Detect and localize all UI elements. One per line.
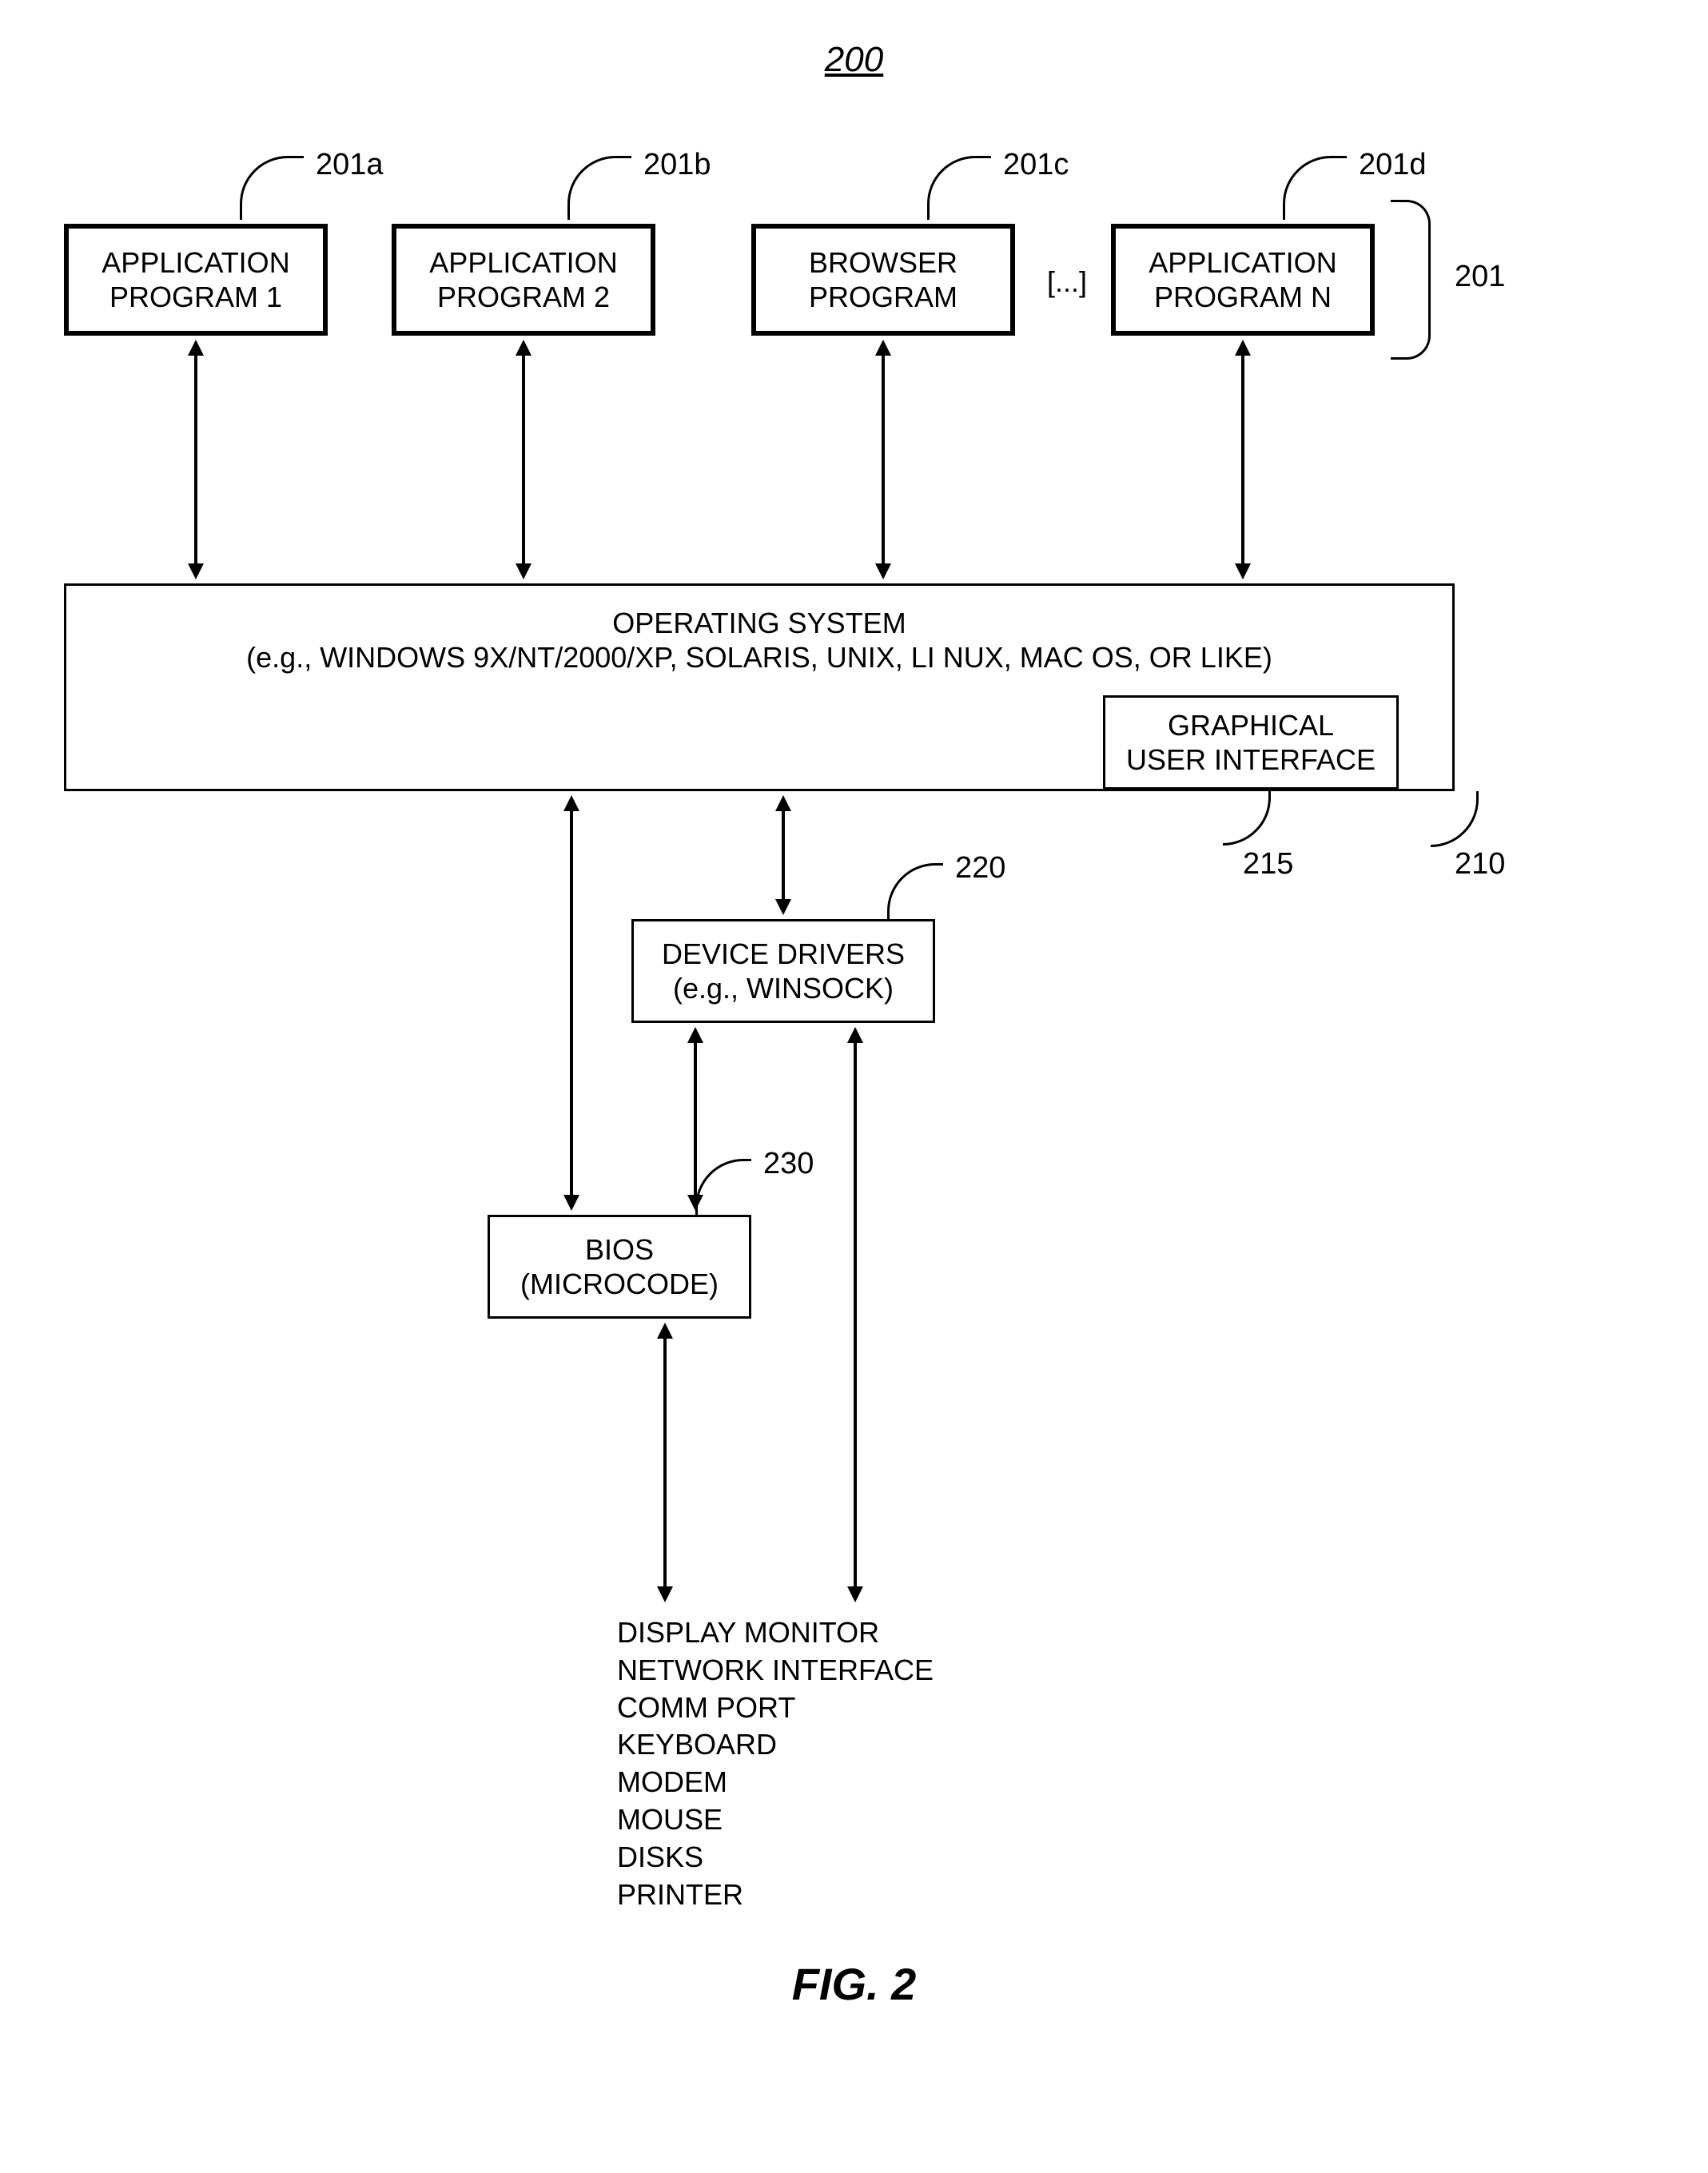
arrow-drivers-bios: [694, 1039, 697, 1199]
arrowhead-icon: [188, 340, 204, 356]
arrowhead-icon: [875, 340, 891, 356]
ref-201d: 201d: [1359, 148, 1427, 182]
browser-program: BROWSER PROGRAM: [751, 224, 1015, 336]
gui-line1: GRAPHICAL: [1168, 708, 1334, 742]
figure-caption: FIG. 2: [792, 1958, 917, 2010]
arrowhead-icon: [1235, 563, 1251, 579]
arrow-os-bios: [570, 807, 573, 1199]
arrowhead-icon: [687, 1195, 703, 1211]
ref-201a: 201a: [316, 148, 384, 182]
app-program-1: APPLICATION PROGRAM 1: [64, 224, 328, 336]
device-item: COMM PORT: [617, 1689, 934, 1727]
app3-line2: PROGRAM: [809, 280, 958, 314]
bios-line1: BIOS: [585, 1232, 654, 1267]
os-line2: (e.g., WINDOWS 9X/NT/2000/XP, SOLARIS, U…: [246, 640, 1272, 675]
bios: BIOS (MICROCODE): [488, 1215, 751, 1319]
ref-220: 220: [955, 851, 1005, 886]
arrow-appn-os: [1241, 352, 1244, 567]
arrow-app1-os: [194, 352, 197, 567]
drivers-line1: DEVICE DRIVERS: [662, 937, 905, 971]
graphical-user-interface: GRAPHICAL USER INTERFACE: [1103, 695, 1399, 790]
leader-201c: [927, 156, 991, 220]
arrowhead-icon: [188, 563, 204, 579]
figure-number: 200: [825, 40, 883, 80]
device-item: KEYBOARD: [617, 1726, 934, 1764]
leader-201a: [240, 156, 304, 220]
app1-line2: PROGRAM 1: [109, 280, 282, 314]
arrowhead-icon: [563, 1195, 579, 1211]
device-item: PRINTER: [617, 1877, 934, 1914]
arrowhead-icon: [775, 795, 791, 811]
app3-line1: BROWSER: [809, 245, 958, 280]
device-item: DISKS: [617, 1839, 934, 1877]
device-item: MOUSE: [617, 1801, 934, 1839]
ref-230: 230: [763, 1147, 814, 1181]
app1-line1: APPLICATION: [102, 245, 289, 280]
apps-group-bracket: [1391, 200, 1431, 360]
arrowhead-icon: [657, 1323, 673, 1339]
leader-230: [695, 1159, 751, 1215]
apps-ellipsis: [...]: [1047, 265, 1087, 299]
gui-line2: USER INTERFACE: [1126, 742, 1376, 777]
app2-line1: APPLICATION: [429, 245, 617, 280]
device-drivers: DEVICE DRIVERS (e.g., WINSOCK): [631, 919, 935, 1023]
os-line1: OPERATING SYSTEM: [612, 606, 906, 640]
ref-210: 210: [1455, 847, 1505, 882]
device-list: DISPLAY MONITOR NETWORK INTERFACE COMM P…: [617, 1614, 934, 1913]
arrowhead-icon: [775, 899, 791, 915]
ref-215: 215: [1243, 847, 1293, 882]
arrowhead-icon: [847, 1027, 863, 1043]
leader-201d: [1283, 156, 1347, 220]
arrow-browser-os: [882, 352, 885, 567]
app-program-2: APPLICATION PROGRAM 2: [392, 224, 655, 336]
arrowhead-icon: [657, 1586, 673, 1602]
arrowhead-icon: [687, 1027, 703, 1043]
arrowhead-icon: [563, 795, 579, 811]
ref-201b: 201b: [643, 148, 711, 182]
arrow-bios-devices: [663, 1335, 667, 1590]
leader-215: [1223, 790, 1271, 846]
arrowhead-icon: [875, 563, 891, 579]
arrowhead-icon: [516, 563, 532, 579]
leader-210: [1431, 791, 1479, 847]
arrowhead-icon: [1235, 340, 1251, 356]
device-item: DISPLAY MONITOR: [617, 1614, 934, 1652]
leader-220: [887, 863, 943, 919]
arrow-app2-os: [522, 352, 525, 567]
arrow-drivers-devices: [854, 1039, 857, 1590]
app4-line1: APPLICATION: [1149, 245, 1336, 280]
drivers-line2: (e.g., WINSOCK): [673, 971, 894, 1005]
app4-line2: PROGRAM N: [1154, 280, 1332, 314]
app2-line2: PROGRAM 2: [437, 280, 610, 314]
device-item: MODEM: [617, 1764, 934, 1801]
bios-line2: (MICROCODE): [520, 1267, 719, 1301]
ref-201c: 201c: [1003, 148, 1069, 182]
ref-201-group: 201: [1455, 260, 1505, 294]
leader-201b: [567, 156, 631, 220]
arrowhead-icon: [516, 340, 532, 356]
figure-canvas: 200 APPLICATION PROGRAM 1 201a APPLICATI…: [40, 40, 1668, 2133]
arrowhead-icon: [847, 1586, 863, 1602]
device-item: NETWORK INTERFACE: [617, 1652, 934, 1689]
app-program-n: APPLICATION PROGRAM N: [1111, 224, 1375, 336]
arrow-os-drivers: [782, 807, 785, 903]
